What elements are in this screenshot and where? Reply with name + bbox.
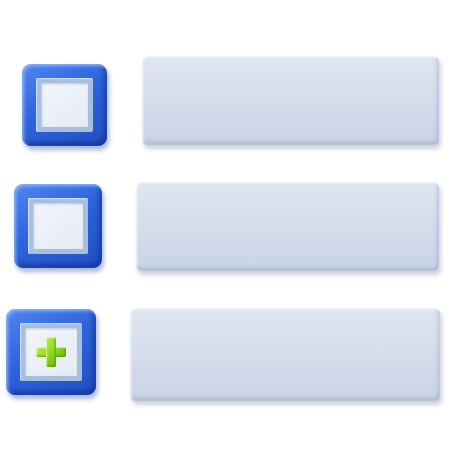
checkbox-2[interactable] [14,184,102,268]
add-button[interactable] [6,309,96,395]
add-face [25,328,77,376]
list-item-field-2[interactable] [136,182,439,271]
list-item-field-3[interactable] [130,308,440,401]
checkbox-1[interactable] [22,64,107,146]
empty-square-icon [41,83,88,127]
checkbox-frame [28,198,88,254]
checkbox-frame [20,323,82,381]
plus-icon [36,337,66,367]
empty-square-icon [33,203,83,249]
checkbox-frame [36,78,93,132]
list-item-field-1[interactable] [142,56,439,145]
